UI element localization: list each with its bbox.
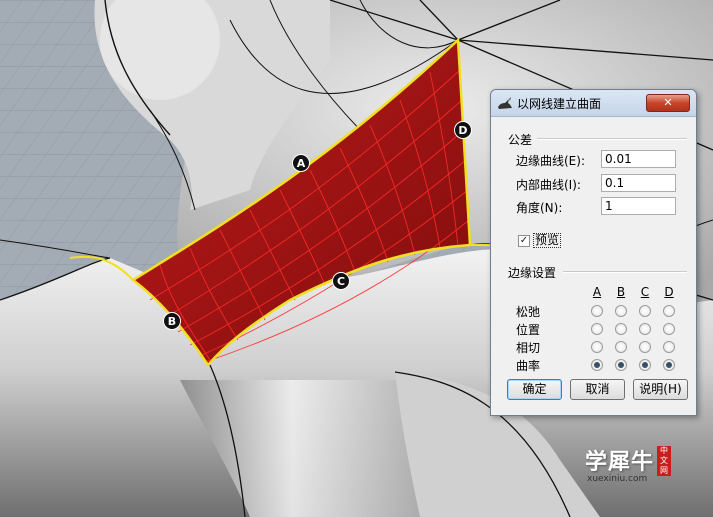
tolerance-divider [537,138,687,140]
rhino-icon [498,97,512,109]
radio-curvature-c[interactable] [639,359,651,371]
row-label-relax: 松弛 [516,305,541,319]
ok-button[interactable]: 确定 [507,379,562,400]
row-label-position: 位置 [516,323,541,337]
close-icon: ✕ [663,96,673,109]
column-header-a: A [592,285,602,299]
edge-settings-divider [563,271,687,273]
marker-a: A [292,154,310,172]
edge-curves-label: 边缘曲线(E): [516,154,585,168]
inner-curves-label: 内部曲线(I): [516,178,581,192]
marker-b: B [163,312,181,330]
radio-position-c[interactable] [639,323,651,335]
watermark-url: xuexiniu.com [587,474,648,484]
edge-settings-group-label: 边缘设置 [508,266,557,280]
marker-d: D [454,121,472,139]
preview-label[interactable]: 预览 [533,233,562,248]
inner-curves-input[interactable]: 0.1 [601,174,676,192]
close-button[interactable]: ✕ [646,94,690,112]
radio-tangency-d[interactable] [663,341,675,353]
dialog-title: 以网线建立曲面 [517,97,602,111]
radio-curvature-b[interactable] [615,359,627,371]
radio-curvature-a[interactable] [591,359,603,371]
radio-tangency-b[interactable] [615,341,627,353]
row-label-curvature: 曲率 [516,359,541,373]
angle-label: 角度(N): [516,201,563,215]
radio-relax-a[interactable] [591,305,603,317]
column-header-d: D [664,285,674,299]
marker-c: C [332,272,350,290]
angle-input[interactable]: 1 [601,197,676,215]
help-button[interactable]: 说明(H) [633,379,688,400]
edge-curves-input[interactable]: 0.01 [601,150,676,168]
dialog-titlebar[interactable]: 以网线建立曲面 ✕ [491,90,696,117]
watermark-badge: 中文网 [657,446,671,476]
watermark-logo: 学犀牛 中文网 xuexiniu.com [585,444,680,484]
tolerance-group-label: 公差 [508,133,533,147]
radio-curvature-d[interactable] [663,359,675,371]
radio-position-d[interactable] [663,323,675,335]
radio-tangency-a[interactable] [591,341,603,353]
network-surface-dialog: 以网线建立曲面 ✕ 公差 边缘曲线(E): 0.01 内部曲线(I): 0.1 … [490,89,697,416]
cancel-button[interactable]: 取消 [570,379,625,400]
column-header-b: B [616,285,626,299]
radio-position-b[interactable] [615,323,627,335]
column-header-c: C [640,285,650,299]
radio-relax-b[interactable] [615,305,627,317]
radio-tangency-c[interactable] [639,341,651,353]
radio-relax-d[interactable] [663,305,675,317]
row-label-tangency: 相切 [516,341,541,355]
radio-relax-c[interactable] [639,305,651,317]
watermark-title: 学犀牛 [585,449,655,475]
radio-position-a[interactable] [591,323,603,335]
preview-checkbox[interactable]: ✓ [518,235,530,247]
